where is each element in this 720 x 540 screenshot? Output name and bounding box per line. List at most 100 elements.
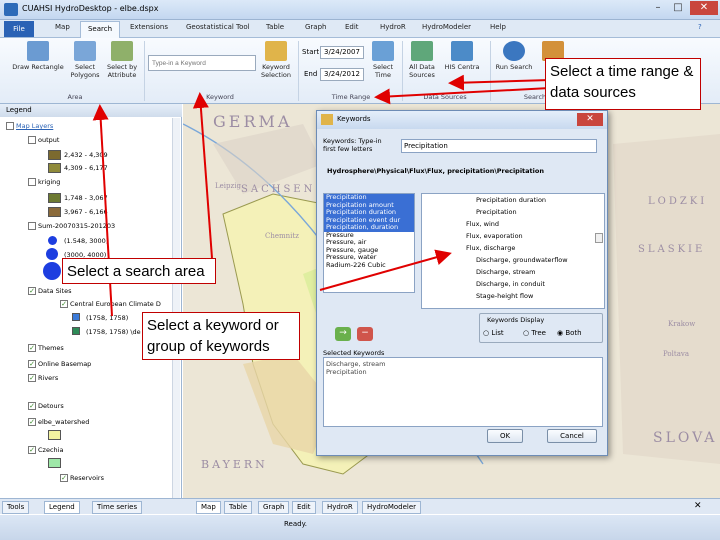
layer-kriging[interactable]: kriging: [28, 178, 60, 186]
legend-scrollbar[interactable]: [172, 118, 180, 498]
tree-node[interactable]: Flux, evaporation: [466, 230, 604, 242]
tree-node[interactable]: Stage-height flow: [466, 290, 604, 302]
add-keyword-button[interactable]: →: [335, 327, 351, 341]
tab-table-view[interactable]: Table: [224, 501, 253, 514]
map-layers-node[interactable]: Map Layers: [6, 122, 53, 130]
tab-edit-view[interactable]: Edit: [292, 501, 316, 514]
checkbox[interactable]: ✓: [28, 360, 36, 368]
tree-node[interactable]: Precipitation: [466, 206, 604, 218]
divider: [144, 41, 145, 101]
checkbox[interactable]: ✓: [28, 402, 36, 410]
checkbox[interactable]: [28, 136, 36, 144]
radio-list[interactable]: ○ List: [483, 329, 504, 337]
ok-button[interactable]: OK: [487, 429, 523, 443]
minimize-button[interactable]: –: [648, 1, 668, 15]
tree-node[interactable]: Discharge, in conduit: [466, 278, 604, 290]
callout-time-range: Select a time range & data sources: [545, 58, 701, 110]
tab-map-view[interactable]: Map: [196, 501, 221, 514]
radio-both[interactable]: ◉ Both: [557, 329, 582, 337]
keyword-list-item[interactable]: Radium-226 Cubic: [324, 261, 414, 270]
checkbox[interactable]: [28, 222, 36, 230]
maximize-button[interactable]: □: [668, 1, 688, 15]
layer-online-basemap[interactable]: ✓ Online Basemap: [28, 360, 91, 368]
layer-themes[interactable]: ✓ Themes: [28, 344, 64, 352]
tab-time-series[interactable]: Time series: [92, 501, 143, 514]
checkbox[interactable]: ✓: [28, 374, 36, 382]
legend-symbol: [43, 262, 61, 280]
map-label: SACHSEN: [241, 184, 316, 195]
checkbox[interactable]: ✓: [60, 474, 68, 482]
status-text: Ready.: [284, 520, 307, 528]
tab-hydror-view[interactable]: HydroR: [322, 501, 358, 514]
layer-cedb[interactable]: ✓ Central European Climate D: [60, 300, 161, 308]
tree-node[interactable]: Discharge, stream: [466, 266, 604, 278]
tab-hydror[interactable]: HydroR: [380, 23, 406, 31]
checkbox[interactable]: ✓: [28, 344, 36, 352]
keyword-tree[interactable]: Precipitation duration Precipitation Flux,…: [421, 193, 605, 309]
his-central-button[interactable]: HIS Centra: [442, 41, 482, 71]
checkbox[interactable]: ✓: [28, 287, 36, 295]
keyword-search-field[interactable]: Precipitation: [401, 139, 597, 153]
tab-legend[interactable]: Legend: [44, 501, 80, 514]
tree-scrollbar[interactable]: [595, 233, 603, 243]
select-time-button[interactable]: Select Time: [366, 41, 400, 79]
all-data-sources-button[interactable]: All Data Sources: [404, 41, 440, 79]
cancel-button[interactable]: Cancel: [547, 429, 597, 443]
checkbox[interactable]: ✓: [60, 300, 68, 308]
remove-keyword-button[interactable]: −: [357, 327, 373, 341]
keyword-input[interactable]: [148, 55, 256, 71]
legend-symbol: [72, 327, 80, 335]
tab-extensions[interactable]: Extensions: [130, 23, 168, 31]
radio-tree[interactable]: ○ Tree: [523, 329, 546, 337]
tree-node[interactable]: Flux, discharge: [466, 242, 604, 254]
keywords-dialog: Keywords ✕ Keywords: Type-in first few l…: [316, 110, 608, 456]
tab-geostatistical-tool[interactable]: Geostatistical Tool: [186, 23, 250, 31]
layer-sum[interactable]: Sum-20070315-201203: [28, 222, 115, 230]
checkbox[interactable]: ✓: [28, 446, 36, 454]
run-search-button[interactable]: Run Search: [494, 41, 534, 71]
tree-node[interactable]: Flux, wind: [466, 218, 604, 230]
status-bar: Ready.: [0, 515, 720, 540]
selected-keywords-box[interactable]: Discharge, stream Precipitation: [323, 357, 603, 427]
layer-detours[interactable]: ✓ Detours: [28, 402, 64, 410]
layer-czechia[interactable]: ✓ Czechia: [28, 446, 63, 454]
tree-node[interactable]: Discharge, groundwaterflow: [466, 254, 604, 266]
keyword-selection-button[interactable]: Keyword Selection: [258, 41, 294, 79]
tab-edit[interactable]: Edit: [345, 23, 359, 31]
tab-tools[interactable]: Tools: [2, 501, 30, 514]
select-polygons-button[interactable]: Select Polygons: [68, 41, 102, 79]
dialog-close-button[interactable]: ✕: [577, 113, 603, 126]
group-area-label: Area: [67, 93, 83, 101]
key-icon: [265, 41, 287, 61]
group-keyword-label: Keyword: [206, 93, 234, 101]
tab-hydromodeler[interactable]: HydroModeler: [422, 23, 471, 31]
select-by-attribute-button[interactable]: Select by Attribute: [103, 41, 141, 79]
checkbox[interactable]: [6, 122, 14, 130]
start-date-field[interactable]: 3/24/2007: [320, 46, 364, 59]
end-date-field[interactable]: 3/24/2012: [320, 68, 364, 81]
tab-graph[interactable]: Graph: [305, 23, 326, 31]
tab-hydromodeler-view[interactable]: HydroModeler: [362, 501, 422, 514]
group-time-range-label: Time Range: [331, 93, 371, 101]
tab-file[interactable]: File: [4, 21, 34, 37]
tree-node[interactable]: Precipitation duration: [466, 194, 604, 206]
layer-elbe-watershed[interactable]: ✓ elbe_watershed: [28, 418, 89, 426]
layer-rivers[interactable]: ✓ Rivers: [28, 374, 58, 382]
tab-help[interactable]: Help: [490, 23, 506, 31]
map-label: Poltava: [663, 350, 689, 358]
draw-rectangle-button[interactable]: Draw Rectangle: [8, 41, 68, 71]
tab-map[interactable]: Map: [55, 23, 70, 31]
legend-swatch: [48, 207, 61, 217]
layer-data-sites[interactable]: ✓ Data Sites: [28, 287, 71, 295]
close-button[interactable]: ✕: [690, 1, 718, 15]
tab-table[interactable]: Table: [266, 23, 284, 31]
tab-search[interactable]: Search: [80, 21, 120, 38]
keyword-list[interactable]: Precipitation Precipitation amount Precipi…: [323, 193, 415, 293]
tab-graph-view[interactable]: Graph: [258, 501, 290, 514]
layer-output[interactable]: output: [28, 136, 59, 144]
checkbox[interactable]: ✓: [28, 418, 36, 426]
layer-reservoirs[interactable]: ✓ Reservoirs: [60, 474, 104, 482]
help-icon[interactable]: ?: [698, 23, 702, 31]
checkbox[interactable]: [28, 178, 36, 186]
close-tab-icon[interactable]: ✕: [694, 501, 702, 511]
